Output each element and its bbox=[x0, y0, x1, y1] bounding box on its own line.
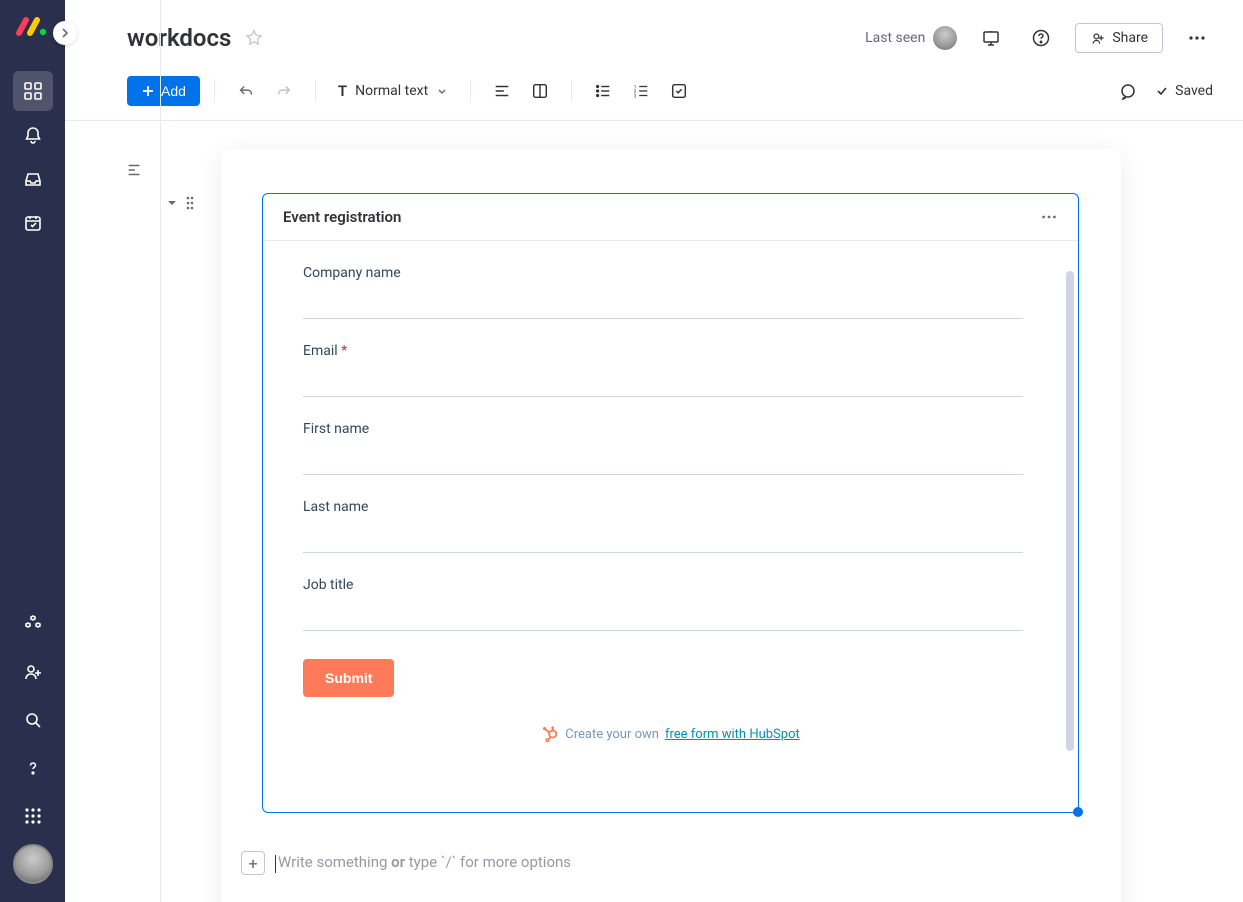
monday-logo[interactable] bbox=[15, 15, 51, 43]
hubspot-icon bbox=[541, 725, 559, 743]
left-sidebar bbox=[0, 0, 65, 902]
inbox-icon[interactable] bbox=[13, 159, 53, 199]
svg-text:3: 3 bbox=[634, 93, 637, 99]
text-cursor bbox=[275, 855, 276, 873]
email-label: Email * bbox=[303, 343, 1038, 359]
email-input[interactable] bbox=[303, 363, 1023, 397]
doc-card: Event registration Company name Email * bbox=[221, 149, 1121, 902]
embed-menu-icon[interactable] bbox=[1040, 208, 1058, 226]
outline-icon[interactable] bbox=[125, 161, 143, 179]
saved-status: Saved bbox=[1111, 75, 1213, 107]
collapse-icon[interactable] bbox=[165, 196, 179, 210]
hubspot-link[interactable]: free form with HubSpot bbox=[665, 727, 800, 742]
add-block-button[interactable]: + bbox=[241, 851, 265, 875]
my-work-icon[interactable] bbox=[13, 203, 53, 243]
numbered-list-icon[interactable]: 123 bbox=[624, 74, 658, 108]
text-style-selector[interactable]: T Normal text bbox=[330, 78, 456, 104]
new-block-line[interactable]: + Write something or type `/` for more o… bbox=[241, 851, 941, 875]
share-button[interactable]: Share bbox=[1075, 23, 1163, 53]
doc-title[interactable]: workdocs bbox=[127, 24, 231, 52]
redo-icon[interactable] bbox=[267, 74, 301, 108]
hubspot-text: Create your own bbox=[565, 727, 659, 742]
checklist-icon[interactable] bbox=[662, 74, 696, 108]
sidebar-toggle[interactable] bbox=[53, 21, 77, 45]
menu-grid-icon[interactable] bbox=[13, 796, 53, 836]
new-block-placeholder: Write something or type `/` for more opt… bbox=[275, 853, 571, 872]
form-embed-block[interactable]: Event registration Company name Email * bbox=[262, 193, 1079, 813]
resize-handle[interactable] bbox=[1073, 807, 1083, 817]
favorite-star-icon[interactable] bbox=[245, 29, 263, 47]
submit-button[interactable]: Submit bbox=[303, 659, 394, 697]
user-avatar[interactable] bbox=[13, 844, 53, 884]
doc-header: workdocs Last seen bbox=[65, 0, 1243, 68]
search-icon[interactable] bbox=[13, 700, 53, 740]
main-area: workdocs Last seen bbox=[65, 0, 1243, 902]
hubspot-attribution: Create your own free form with HubSpot bbox=[303, 725, 1038, 743]
bullet-list-icon[interactable] bbox=[586, 74, 620, 108]
first-name-label: First name bbox=[303, 421, 1038, 437]
last-seen[interactable]: Last seen bbox=[865, 26, 957, 50]
last-name-input[interactable] bbox=[303, 519, 1023, 553]
doc-body: Event registration Company name Email * bbox=[65, 121, 1243, 902]
last-seen-label: Last seen bbox=[865, 30, 925, 46]
text-style-label: Normal text bbox=[355, 83, 428, 99]
apps-icon[interactable] bbox=[13, 604, 53, 644]
embed-scrollbar[interactable] bbox=[1066, 271, 1074, 751]
present-icon[interactable] bbox=[975, 22, 1007, 54]
share-label: Share bbox=[1112, 30, 1148, 46]
job-title-input[interactable] bbox=[303, 597, 1023, 631]
add-label: Add bbox=[161, 83, 186, 99]
embed-title: Event registration bbox=[283, 208, 401, 226]
saved-label: Saved bbox=[1175, 83, 1213, 99]
help-circle-icon[interactable] bbox=[1025, 22, 1057, 54]
comment-icon[interactable] bbox=[1111, 75, 1143, 107]
invite-icon[interactable] bbox=[13, 652, 53, 692]
company-name-label: Company name bbox=[303, 265, 1038, 281]
layout-icon[interactable] bbox=[523, 74, 557, 108]
drag-handle-icon[interactable] bbox=[185, 195, 195, 211]
last-name-label: Last name bbox=[303, 499, 1038, 515]
company-name-input[interactable] bbox=[303, 285, 1023, 319]
notifications-icon[interactable] bbox=[13, 115, 53, 155]
undo-icon[interactable] bbox=[229, 74, 263, 108]
job-title-label: Job title bbox=[303, 577, 1038, 593]
add-button[interactable]: Add bbox=[127, 76, 200, 106]
toolbar: Add T Normal text 123 bbox=[65, 68, 1243, 120]
first-name-input[interactable] bbox=[303, 441, 1023, 475]
more-options-icon[interactable] bbox=[1181, 22, 1213, 54]
block-controls bbox=[165, 195, 195, 211]
embed-header: Event registration bbox=[263, 194, 1078, 241]
embed-content: Company name Email * First name Last nam… bbox=[263, 241, 1078, 811]
align-icon[interactable] bbox=[485, 74, 519, 108]
help-icon[interactable] bbox=[13, 748, 53, 788]
last-seen-avatar bbox=[933, 26, 957, 50]
workspaces-icon[interactable] bbox=[13, 71, 53, 111]
